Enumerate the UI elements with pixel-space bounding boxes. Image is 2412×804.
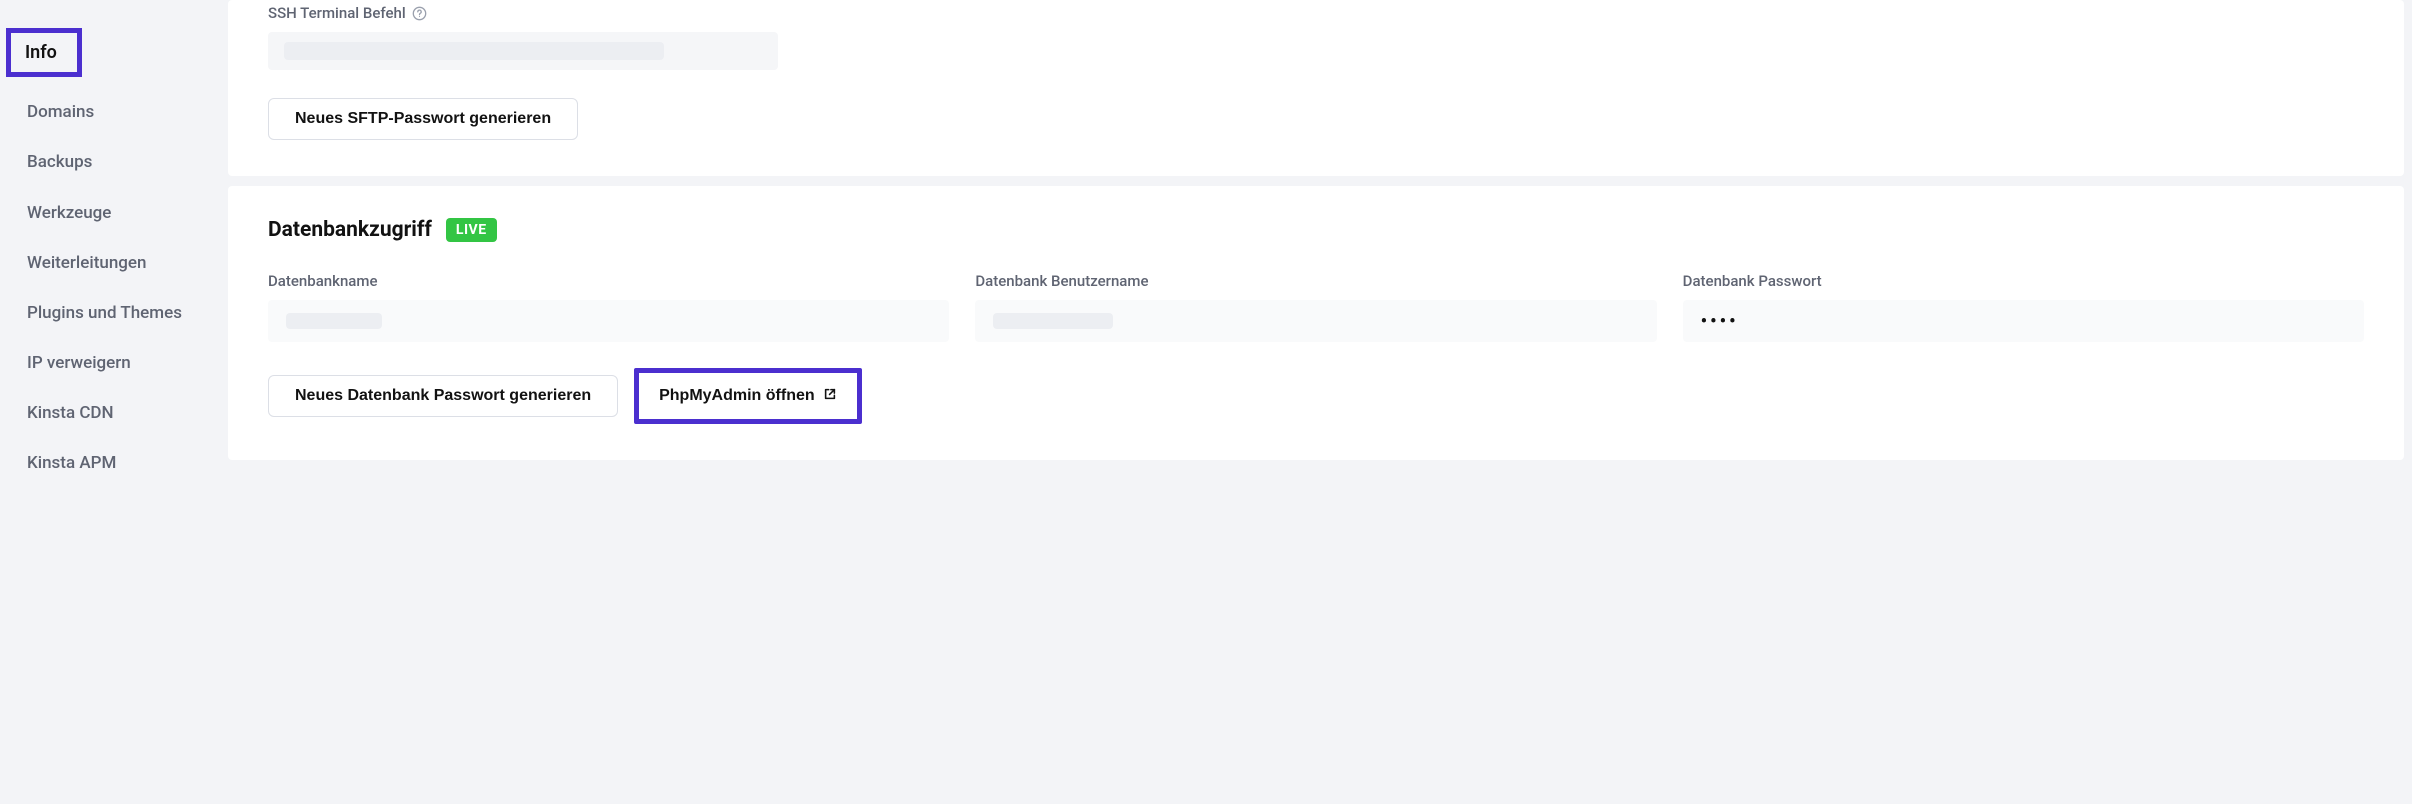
db-password-masked: •••• [1701, 311, 1739, 332]
sidebar-item-kinsta-apm[interactable]: Kinsta APM [0, 438, 228, 488]
sidebar-item-backups[interactable]: Backups [0, 137, 228, 187]
db-name-label: Datenbankname [268, 272, 949, 290]
external-link-icon [823, 387, 837, 405]
db-username-value-placeholder [993, 313, 1113, 329]
sidebar-item-plugins-themes[interactable]: Plugins und Themes [0, 288, 228, 338]
ssh-command-label: SSH Terminal Befehl [268, 4, 2364, 22]
db-name-column: Datenbankname [268, 272, 949, 342]
sidebar-item-info-highlight: Info [6, 28, 82, 77]
ssh-section: SSH Terminal Befehl Neues SFTP-Passwort … [228, 0, 2404, 176]
help-icon[interactable] [412, 5, 428, 21]
sidebar-item-redirects[interactable]: Weiterleitungen [0, 238, 228, 288]
live-badge: LIVE [446, 218, 497, 242]
db-section-title: Datenbankzugriff [268, 218, 432, 242]
sidebar-item-info[interactable]: Info [25, 41, 57, 64]
open-phpmyadmin-label: PhpMyAdmin öffnen [659, 388, 815, 404]
sidebar-item-tools[interactable]: Werkzeuge [0, 188, 228, 238]
db-password-field: •••• [1683, 300, 2364, 342]
open-phpmyadmin-highlight: PhpMyAdmin öffnen [634, 368, 862, 424]
db-password-column: Datenbank Passwort •••• [1683, 272, 2364, 342]
db-name-value-placeholder [286, 313, 382, 329]
sidebar-item-domains[interactable]: Domains [0, 87, 228, 137]
db-actions-row: Neues Datenbank Passwort generieren PhpM… [268, 368, 2364, 424]
db-section-header: Datenbankzugriff LIVE [268, 218, 2364, 242]
main-content: SSH Terminal Befehl Neues SFTP-Passwort … [228, 0, 2412, 804]
sidebar-item-kinsta-cdn[interactable]: Kinsta CDN [0, 388, 228, 438]
sidebar-item-ip-deny[interactable]: IP verweigern [0, 338, 228, 388]
generate-sftp-password-button[interactable]: Neues SFTP-Passwort generieren [268, 98, 578, 140]
generate-db-password-button[interactable]: Neues Datenbank Passwort generieren [268, 375, 618, 417]
db-username-label: Datenbank Benutzername [975, 272, 1656, 290]
db-fields-row: Datenbankname Datenbank Benutzername Dat… [268, 272, 2364, 342]
db-name-field [268, 300, 949, 342]
db-username-field [975, 300, 1656, 342]
open-phpmyadmin-button[interactable]: PhpMyAdmin öffnen [641, 375, 855, 417]
ssh-command-value-placeholder [284, 42, 664, 60]
ssh-command-label-text: SSH Terminal Befehl [268, 4, 406, 22]
ssh-command-field [268, 32, 778, 70]
db-password-label: Datenbank Passwort [1683, 272, 2364, 290]
database-access-section: Datenbankzugriff LIVE Datenbankname Date… [228, 186, 2404, 460]
sidebar: Info Domains Backups Werkzeuge Weiterlei… [0, 0, 228, 804]
app-layout: Info Domains Backups Werkzeuge Weiterlei… [0, 0, 2412, 804]
db-username-column: Datenbank Benutzername [975, 272, 1656, 342]
